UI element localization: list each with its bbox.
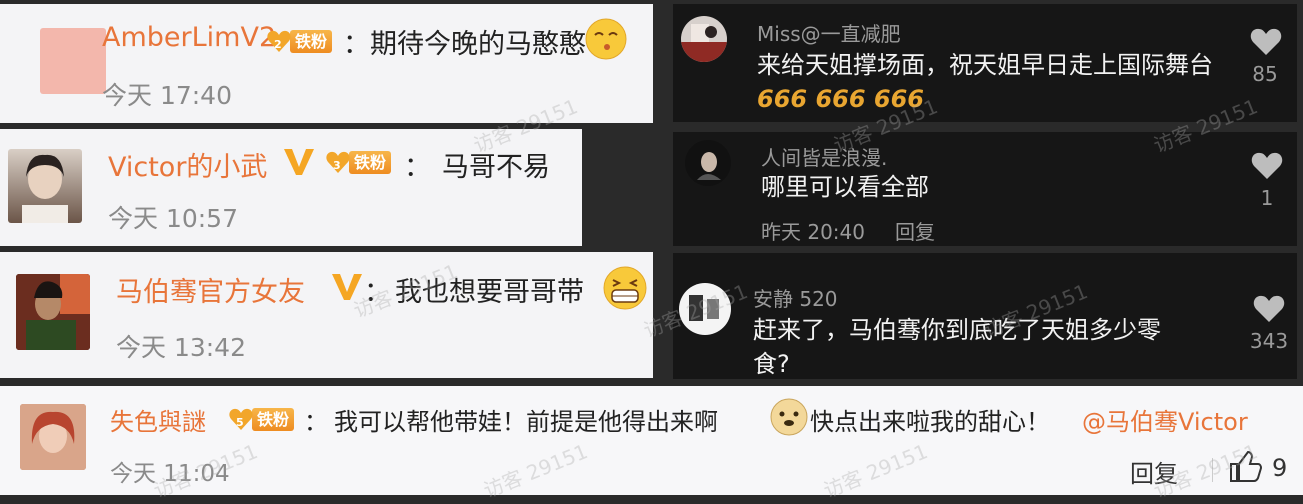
fan-heart-icon: 3 (325, 149, 351, 175)
fan-badge[interactable]: 2 铁粉 (266, 28, 333, 54)
grin-emoji-icon (603, 266, 647, 310)
comment-text: 赶来了，马伯骞你到底吃了天姐多少零食? (753, 316, 1161, 378)
fan-badge-label: 铁粉 (290, 29, 333, 53)
verified-v-icon (284, 149, 314, 175)
comment-text: 来给天姐撑场面，祝天姐早日走上国际舞台666 666 666 (757, 51, 1213, 113)
reply-button[interactable]: 回复 (1130, 454, 1178, 489)
fan-badge[interactable]: 5 铁粉 (228, 406, 295, 432)
avatar[interactable] (8, 149, 82, 223)
comment-card-1: AmberLimV2 2 铁粉 ： 期待今晚的马憨憨 今天 17:40 (0, 4, 653, 123)
comment-text: 哪里可以看全部 (761, 173, 929, 201)
fan-badge-label: 铁粉 (349, 150, 392, 174)
comment-time: 今天 11:04 (110, 461, 230, 487)
comment-card-3: 马伯骞官方女友 ： 我也想要哥哥带 今天 13:42 (0, 252, 653, 378)
mention-link[interactable]: @马伯骞Victor (1082, 402, 1248, 437)
kiss-emoji-icon (585, 18, 627, 60)
like-count: 9 (1272, 454, 1288, 482)
comment-username[interactable]: AmberLimV2 (102, 22, 276, 53)
comment-time: 今天 10:57 (108, 204, 238, 233)
like-heart-icon[interactable] (1251, 152, 1283, 180)
thumbs-up-icon[interactable] (1228, 450, 1262, 484)
comment-card-2: Victor的小武 3 铁粉 ： 马哥不易 今天 10:57 (0, 129, 582, 246)
comment-card-dark-3: 安静 520 赶来了，马伯骞你到底吃了天姐多少零食? 343 (673, 253, 1297, 379)
comment-time: 昨天 20:40 (761, 220, 865, 244)
comment-text: 马哥不易 (442, 152, 550, 183)
colon: ： (404, 152, 431, 183)
comment-card-bottom: 失色與謎 5 铁粉 ： 我可以帮他带娃！前提是他得出来啊 快点出来啦我的甜心！ … (0, 386, 1303, 495)
separator (1212, 458, 1213, 482)
fan-heart-icon: 2 (266, 28, 292, 54)
avatar[interactable] (681, 16, 727, 62)
comment-username[interactable]: Miss@一直减肥 (757, 18, 901, 47)
fan-badge[interactable]: 3 铁粉 (325, 149, 392, 175)
comment-time: 今天 17:40 (102, 81, 232, 110)
comment-text: 我也想要哥哥带 (395, 277, 584, 308)
comment-username[interactable]: 失色與謎 (110, 402, 206, 437)
svg-text:3: 3 (333, 159, 341, 172)
svg-text:5: 5 (236, 416, 244, 429)
like-heart-icon[interactable] (1250, 28, 1282, 56)
comment-text: 期待今晚的马憨憨 (370, 29, 586, 60)
comment-username[interactable]: 马伯骞官方女友 (116, 270, 305, 309)
colon: ： (304, 408, 328, 436)
comment-time: 今天 13:42 (116, 333, 246, 362)
like-count: 1 (1260, 186, 1274, 210)
comment-username[interactable]: Victor的小武 (108, 145, 267, 184)
verified-v-icon (332, 274, 362, 300)
fan-heart-icon: 5 (228, 406, 254, 432)
comment-card-dark-1: Miss@一直减肥 来给天姐撑场面，祝天姐早日走上国际舞台666 666 666… (673, 4, 1297, 122)
comment-card-dark-2: 人间皆是浪漫. 哪里可以看全部 昨天 20:40 回复 1 (673, 132, 1297, 246)
svg-text:2: 2 (274, 38, 282, 51)
comment-username[interactable]: 人间皆是浪漫. (761, 142, 887, 171)
avatar[interactable] (40, 28, 106, 94)
comment-text-part2: 快点出来啦我的甜心！ (810, 408, 1050, 436)
comment-text-part1: 我可以帮他带娃！前提是他得出来啊 (334, 408, 718, 436)
666-emoji-icon: 666 666 666 (757, 85, 925, 113)
like-heart-icon[interactable] (1253, 295, 1285, 323)
avatar[interactable] (685, 140, 731, 186)
avatar[interactable] (16, 274, 90, 350)
like-count: 85 (1252, 62, 1278, 86)
avatar[interactable] (679, 283, 731, 335)
like-count: 343 (1249, 329, 1289, 353)
avatar[interactable] (20, 404, 86, 470)
fan-badge-label: 铁粉 (252, 407, 295, 431)
colon: ： (343, 29, 370, 60)
colon: ： (364, 277, 391, 308)
doge-emoji-icon (770, 398, 808, 436)
reply-button[interactable]: 回复 (895, 216, 935, 245)
comment-username[interactable]: 安静 520 (753, 283, 838, 312)
